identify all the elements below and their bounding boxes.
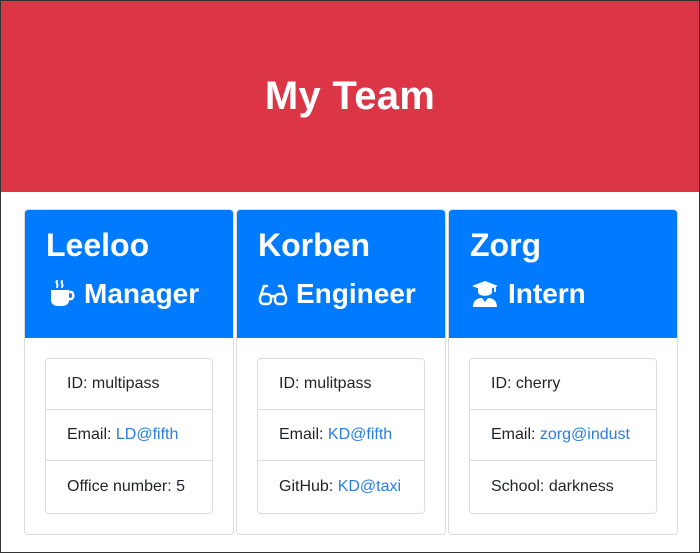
email-label: Email: [491, 426, 540, 443]
role-label: Engineer [296, 278, 416, 309]
employee-role: Intern [470, 276, 677, 312]
employee-name: Zorg [470, 227, 542, 263]
school-text: School: darkness [491, 478, 614, 495]
email-label: Email: [279, 426, 328, 443]
team-card-intern: Zorg Intern ID: cherry Email: zorg@indus… [448, 209, 678, 535]
team-card-manager: Leeloo Manager ID: multipass Email: LD@f… [24, 209, 234, 535]
list-item-office: Office number: 5 [46, 461, 212, 513]
page-header: My Team [1, 1, 699, 192]
graduate-icon [470, 279, 500, 309]
email-link[interactable]: zorg@indust [540, 426, 630, 444]
employee-role: Engineer [258, 276, 445, 312]
list-item-school: School: darkness [470, 461, 656, 513]
list-item-id: ID: multipass [46, 359, 212, 410]
list-item-id: ID: mulitpass [258, 359, 424, 410]
card-header: Leeloo Manager [25, 210, 233, 338]
card-header: Zorg Intern [449, 210, 677, 338]
office-number-text: Office number: 5 [67, 478, 185, 495]
email-link[interactable]: KD@fifth [328, 426, 392, 444]
github-link[interactable]: KD@taxi [338, 478, 401, 496]
id-text: ID: multipass [67, 375, 160, 392]
info-list: ID: mulitpass Email: KD@fifth GitHub: KD… [257, 358, 425, 514]
card-header: Korben Engineer [237, 210, 445, 338]
list-item-email: Email: LD@fifth [46, 410, 212, 461]
id-text: ID: mulitpass [279, 375, 372, 392]
list-item-id: ID: cherry [470, 359, 656, 410]
employee-name: Korben [258, 227, 370, 263]
role-label: Manager [84, 278, 200, 309]
glasses-icon [258, 279, 288, 309]
id-text: ID: cherry [491, 375, 561, 392]
role-label: Intern [508, 278, 586, 309]
coffee-mug-icon [46, 279, 76, 309]
info-list: ID: cherry Email: zorg@indust School: da… [469, 358, 657, 514]
employee-role: Manager [46, 276, 233, 312]
github-label: GitHub: [279, 478, 338, 495]
email-link[interactable]: LD@fifth [116, 426, 178, 444]
list-item-email: Email: zorg@indust [470, 410, 656, 461]
list-item-email: Email: KD@fifth [258, 410, 424, 461]
team-card-engineer: Korben Engineer ID: mulitpass Email: KD@… [236, 209, 446, 535]
info-list: ID: multipass Email: LD@fifth Office num… [45, 358, 213, 514]
list-item-github: GitHub: KD@taxi [258, 461, 424, 513]
email-label: Email: [67, 426, 116, 443]
page-title: My Team [264, 74, 436, 118]
employee-name: Leeloo [46, 227, 150, 263]
